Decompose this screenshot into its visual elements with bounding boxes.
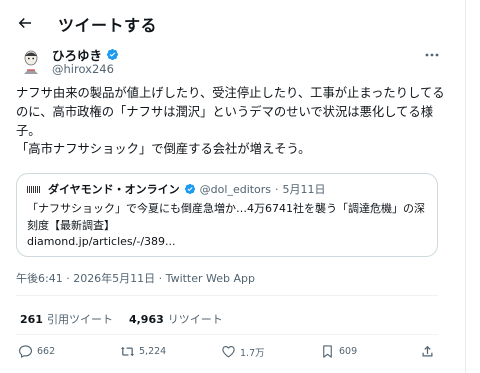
- page-gutter: [466, 0, 480, 373]
- quote-tweets-count: 261: [20, 313, 43, 326]
- more-options-icon[interactable]: [424, 46, 440, 58]
- retweet-button[interactable]: 5,224: [120, 344, 166, 359]
- divider: [16, 334, 438, 335]
- tweet-detail-panel: ツイートする ひろゆき @hirox246 ナフサ由来の製品が値上げしたり、受注…: [0, 0, 466, 373]
- author-handle[interactable]: @hirox246: [52, 62, 114, 76]
- quote-tweets-label: 引用ツイート: [46, 313, 113, 326]
- card-source-name: ダイヤモンド・オンライン: [48, 183, 180, 196]
- like-count: 1.7万: [240, 347, 265, 359]
- verified-badge-icon: [106, 48, 119, 61]
- card-header: ダイヤモンド・オンライン @dol_editors · 5月11日: [27, 181, 326, 197]
- tweet-text: ナフサ由来の製品が値上げしたり、受注停止したり、工事が止まったりしてるのに、高市…: [16, 86, 445, 157]
- divider: [16, 295, 438, 296]
- page-title: ツイートする: [58, 16, 158, 35]
- verified-badge-icon: [184, 183, 195, 195]
- like-button[interactable]: 1.7万: [221, 344, 265, 359]
- card-headline: 「ナフサショック」で今夏にも倒産急増か…4万6741社を襲う「調達危機」の深刻度…: [27, 202, 425, 232]
- card-separator: ·: [275, 182, 279, 196]
- retweets-label: リツイート: [167, 313, 223, 326]
- diamond-logo-icon: [27, 185, 40, 193]
- retweets-count: 4,963: [128, 313, 164, 326]
- action-bar: 662 5,224 1.7万 609: [18, 344, 448, 364]
- card-date: 5月11日: [282, 183, 326, 196]
- reply-icon: [19, 345, 32, 358]
- heart-icon: [222, 345, 235, 358]
- header: ツイートする: [0, 0, 466, 46]
- engagement-stats: 261 引用ツイート 4,963 リツイート: [20, 311, 223, 327]
- card-source-handle: @dol_editors: [199, 182, 272, 196]
- back-arrow-icon[interactable]: [14, 12, 36, 34]
- bookmark-icon: [323, 345, 332, 358]
- quote-tweets-stat[interactable]: 261 引用ツイート: [20, 311, 113, 327]
- card-link[interactable]: diamond.jp/articles/-/389...: [27, 235, 176, 248]
- avatar[interactable]: [16, 46, 46, 76]
- retweets-stat[interactable]: 4,963 リツイート: [129, 311, 223, 327]
- reply-button[interactable]: 662: [18, 344, 55, 359]
- reply-count: 662: [37, 346, 56, 357]
- retweet-icon: [120, 346, 135, 357]
- link-card[interactable]: ダイヤモンド・オンライン @dol_editors · 5月11日 「ナフサショ…: [16, 173, 438, 257]
- share-icon: [422, 345, 433, 357]
- retweet-count: 5,224: [139, 346, 167, 357]
- share-button[interactable]: [420, 344, 435, 359]
- bookmark-count: 609: [339, 346, 358, 357]
- tweet-timestamp[interactable]: 午後6:41 · 2026年5月11日 · Twitter Web App: [16, 270, 255, 286]
- bookmark-button[interactable]: 609: [320, 344, 357, 359]
